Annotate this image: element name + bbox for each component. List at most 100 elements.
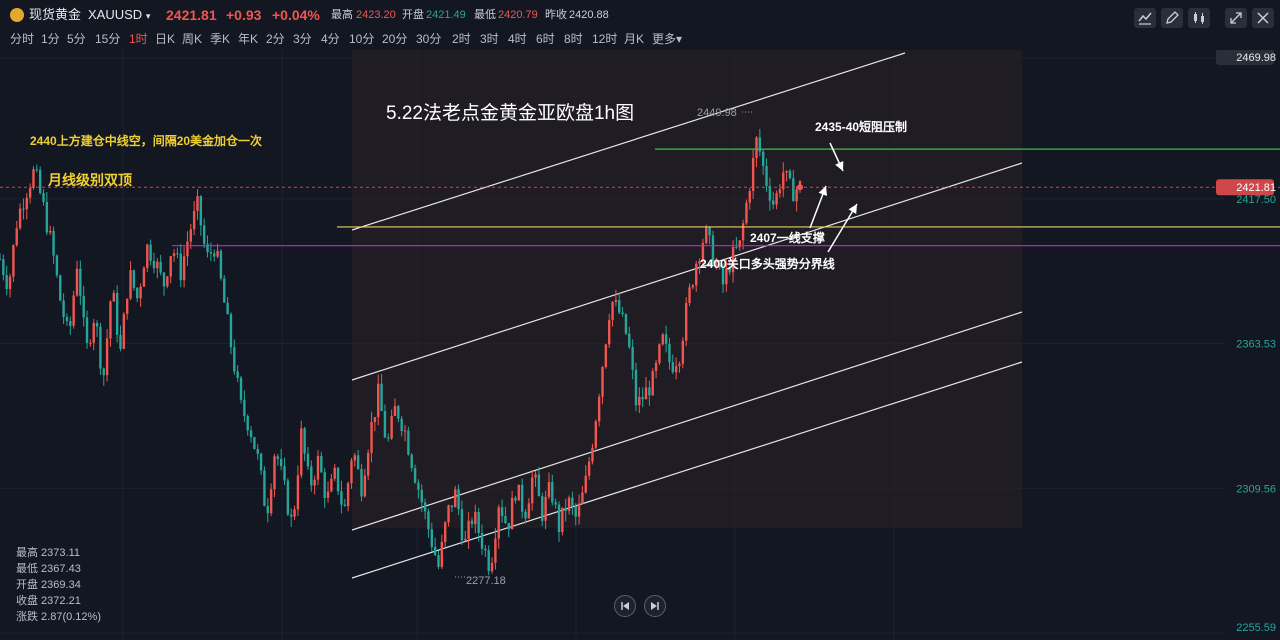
candle-body [32, 169, 35, 188]
candle-body [383, 410, 387, 438]
symbol-selector[interactable]: XAUUSD ▾ [88, 0, 150, 30]
candle-body [320, 455, 323, 473]
candle-body [457, 489, 460, 510]
y-tick-label: 2417.50 [1236, 194, 1276, 206]
timeframe-2[interactable]: 5分 [67, 30, 86, 50]
candle-body [678, 363, 681, 367]
candle-body [524, 511, 527, 519]
candle-body [313, 479, 316, 486]
timeframe-3[interactable]: 15分 [95, 30, 120, 50]
candle-body [470, 520, 474, 525]
timeframe-8[interactable]: 年K [238, 30, 258, 50]
candle-body [772, 200, 775, 205]
draw-button[interactable] [1161, 8, 1183, 28]
candle-body [497, 507, 500, 539]
candle-body [614, 300, 618, 302]
candle-body [176, 253, 179, 255]
timeframe-7[interactable]: 季K [210, 30, 230, 50]
timeframe-12[interactable]: 10分 [349, 30, 374, 50]
candle-body [557, 504, 561, 532]
candle-body [397, 406, 400, 419]
candle-body [621, 312, 624, 315]
candle-body [591, 447, 594, 462]
high-label: 最高 [331, 9, 353, 21]
candle-body [159, 261, 162, 273]
candle-body [654, 362, 658, 372]
timeframe-17[interactable]: 4时 [508, 30, 527, 50]
timeframe-10[interactable]: 3分 [293, 30, 312, 50]
candle-body [266, 505, 269, 514]
timeframe-4[interactable]: 1时 [129, 30, 148, 50]
candle-body [256, 449, 259, 454]
candle-body [196, 196, 199, 211]
indicator-button[interactable] [1134, 8, 1156, 28]
expand-icon [1230, 12, 1242, 24]
candle-body [755, 137, 758, 158]
y-tick-label: 2309.56 [1236, 483, 1276, 495]
candle-body [38, 169, 42, 193]
candle-body [229, 314, 233, 348]
candle-body [186, 241, 189, 257]
candle-body [290, 514, 293, 517]
timeframe-18[interactable]: 6时 [536, 30, 555, 50]
candle-body [597, 396, 601, 422]
prev-button[interactable] [614, 595, 636, 617]
candle-body [330, 478, 333, 492]
timeframe-13[interactable]: 20分 [382, 30, 407, 50]
next-button[interactable] [644, 595, 666, 617]
candle-body [303, 428, 306, 454]
timeframe-20[interactable]: 12时 [592, 30, 617, 50]
candle-body [62, 300, 65, 318]
candle-body [484, 548, 487, 551]
candle-body [2, 259, 5, 276]
candle-body [223, 278, 226, 303]
candle-body [641, 396, 644, 400]
candle-body [306, 453, 310, 467]
chevron-down-icon: ▾ [145, 11, 151, 21]
timeframe-0[interactable]: 分时 [10, 30, 34, 50]
timeframe-21[interactable]: 月K [624, 30, 644, 50]
candle-body [142, 267, 146, 287]
candle-body [169, 256, 172, 277]
fullscreen-button[interactable] [1225, 8, 1247, 28]
candle-body [15, 228, 18, 246]
candle-body [112, 292, 116, 302]
timeframe-22[interactable]: 更多▾ [652, 30, 682, 50]
close-button[interactable] [1252, 8, 1274, 28]
top-price-label: 2469.98 [1236, 52, 1276, 64]
timeframe-16[interactable]: 3时 [480, 30, 499, 50]
candle-body [531, 477, 534, 504]
candle-body [571, 497, 574, 507]
candle-body [751, 157, 755, 192]
candle-body [651, 371, 654, 396]
timeframe-11[interactable]: 4分 [321, 30, 340, 50]
candle-body [671, 362, 675, 373]
chart-type-button[interactable] [1188, 8, 1210, 28]
candle-body [761, 151, 765, 166]
candle-body [115, 292, 119, 335]
candle-body [467, 520, 470, 539]
candle-body [785, 170, 788, 173]
timeframe-6[interactable]: 周K [182, 30, 202, 50]
candle-body [624, 314, 628, 334]
candle-body [95, 323, 99, 327]
timeframe-14[interactable]: 30分 [416, 30, 441, 50]
candle-body [363, 475, 367, 497]
candle-body [423, 502, 427, 512]
timeframe-5[interactable]: 日K [155, 30, 175, 50]
candle-body [156, 261, 159, 269]
price-chart[interactable]: 2469.98 2421.812417.50 2363.53 2309.56 2255.… [0, 50, 1280, 640]
candle-body [413, 468, 417, 483]
candle-body [286, 480, 290, 515]
candle-body [638, 396, 641, 406]
candle-body [561, 507, 564, 532]
candle-body [296, 475, 300, 510]
timeframe-15[interactable]: 2时 [452, 30, 471, 50]
timeframe-19[interactable]: 8时 [564, 30, 583, 50]
low-label: 最低 [474, 9, 496, 21]
candle-body [189, 229, 192, 242]
candle-body [279, 458, 283, 467]
candle-body [577, 503, 581, 517]
timeframe-9[interactable]: 2分 [266, 30, 285, 50]
timeframe-1[interactable]: 1分 [41, 30, 60, 50]
